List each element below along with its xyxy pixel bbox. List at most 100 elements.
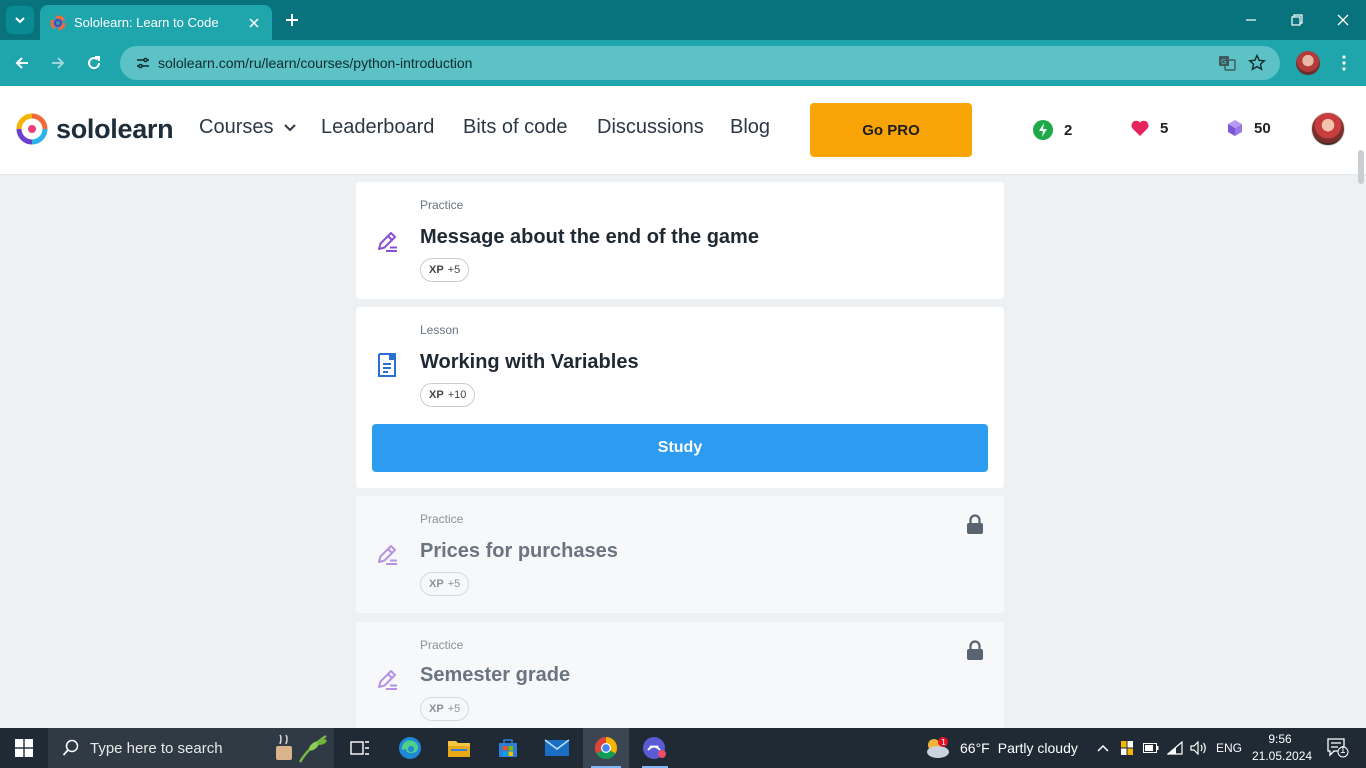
windows-taskbar: Type here to search 1 66°F Partly cloudy [0,728,1366,768]
browser-toolbar: sololearn.com/ru/learn/courses/python-in… [0,40,1366,86]
task-view-button[interactable] [338,728,382,768]
lock-icon [967,514,983,534]
tab-close-icon[interactable] [246,15,262,31]
taskbar-chrome[interactable] [583,728,629,768]
logo-text: sololearn [56,113,174,144]
tray-security[interactable] [1116,728,1138,768]
xp-label: XP [429,389,444,401]
lock-icon [967,640,983,660]
nav-courses-label: Courses [199,116,274,138]
heart-icon [1131,120,1149,136]
card-title: Message about the end of the game [420,226,759,248]
xp-value: +5 [447,578,461,590]
taskbar-app[interactable] [632,728,678,768]
taskbar-store[interactable] [485,728,531,768]
gems-value: 50 [1254,119,1271,137]
reload-button[interactable] [80,49,108,77]
sololearn-logo[interactable]: sololearn [16,113,174,145]
lesson-card-lesson[interactable]: Lesson Working with Variables XP +10 Stu… [356,307,1004,488]
taskbar-mail[interactable] [534,728,580,768]
start-button[interactable] [0,728,48,768]
taskbar-clock[interactable]: 9:56 21.05.2024 [1252,731,1312,765]
lesson-card-practice[interactable]: Practice Message about the end of the ga… [356,182,1004,299]
tray-wifi[interactable] [1164,728,1186,768]
card-kind-label: Practice [420,638,464,652]
nav-bits-of-code[interactable]: Bits of code [463,116,568,139]
card-title: Working with Variables [420,351,639,373]
tray-volume[interactable] [1188,728,1210,768]
chevron-up-icon [1097,744,1109,752]
address-bar[interactable]: sololearn.com/ru/learn/courses/python-in… [120,46,1280,80]
wifi-icon [1167,741,1183,755]
restore-button[interactable] [1274,0,1320,40]
weather-widget[interactable]: 1 66°F Partly cloudy [924,728,1078,768]
language-indicator[interactable]: ENG [1214,728,1244,768]
xp-badge: XP +5 [420,572,470,596]
search-icon [62,739,79,756]
browser-menu-button[interactable] [1330,49,1358,77]
site-info-icon[interactable] [132,52,154,74]
user-avatar[interactable] [1311,112,1345,146]
tab-search-button[interactable] [6,6,34,34]
notification-count: 1 [1340,745,1346,756]
nav-courses[interactable]: Courses [199,116,297,139]
card-title: Semester grade [420,664,571,686]
weather-temp: 66°F [960,740,990,756]
xp-label: XP [429,578,444,590]
url-text: sololearn.com/ru/learn/courses/python-in… [158,55,473,71]
translate-icon[interactable]: G [1212,48,1242,78]
card-kind-label: Practice [420,198,464,212]
study-button[interactable]: Study [372,424,988,472]
plus-icon [286,14,298,26]
nav-blog[interactable]: Blog [730,116,770,139]
new-tab-button[interactable] [280,8,304,32]
lesson-card-practice-locked[interactable]: Practice Prices for purchases XP +5 [356,496,1004,613]
tray-battery[interactable] [1140,728,1162,768]
search-highlight-icon [276,734,327,763]
card-kind-label: Practice [420,512,464,526]
xp-badge: XP +5 [420,697,470,721]
taskbar-edge[interactable] [387,728,433,768]
sololearn-favicon-icon [50,15,66,30]
notification-center[interactable]: 1 [1318,728,1358,768]
gems-counter[interactable]: 50 [1226,119,1271,137]
lightning-icon [1033,120,1053,140]
close-window-button[interactable] [1320,0,1366,40]
taskbar-search-box[interactable]: Type here to search [48,728,334,768]
taskbar-file-explorer[interactable] [436,728,482,768]
pencil-icon [378,670,397,690]
page-scrollbar[interactable] [1358,150,1364,184]
lesson-card-practice-locked[interactable]: Practice Semester grade XP +5 [356,622,1004,742]
folder-icon [448,741,470,757]
xp-label: XP [429,264,444,276]
reload-icon [88,56,101,70]
go-pro-button[interactable]: Go PRO [810,103,972,157]
bookmark-star-icon[interactable] [1242,48,1272,78]
browser-tab[interactable]: Sololearn: Learn to Code [40,5,272,40]
card-title: Prices for purchases [420,540,618,562]
browser-profile-avatar[interactable] [1296,51,1320,75]
arrow-left-icon [15,57,28,69]
nav-discussions[interactable]: Discussions [597,116,704,139]
xp-badge: XP +5 [420,258,470,282]
gem-cube-icon [1228,120,1242,136]
card-kind-label: Lesson [420,323,459,337]
document-icon [378,353,396,377]
store-icon [499,739,517,757]
back-button[interactable] [8,49,36,77]
chevron-down-icon [284,123,297,131]
arrow-right-icon [52,57,65,69]
streak-counter[interactable]: 2 [1032,119,1072,141]
forward-button[interactable] [44,49,72,77]
minimize-button[interactable] [1228,0,1274,40]
sololearn-logo-icon [16,113,48,145]
mail-icon [544,739,570,756]
nav-leaderboard[interactable]: Leaderboard [321,116,434,139]
hearts-counter[interactable]: 5 [1130,119,1168,137]
shield-icon [1121,741,1133,755]
svg-text:G: G [1221,58,1226,66]
battery-icon [1143,743,1159,753]
xp-value: +5 [447,703,461,715]
volume-icon [1190,741,1206,755]
show-hidden-icons[interactable] [1092,728,1114,768]
